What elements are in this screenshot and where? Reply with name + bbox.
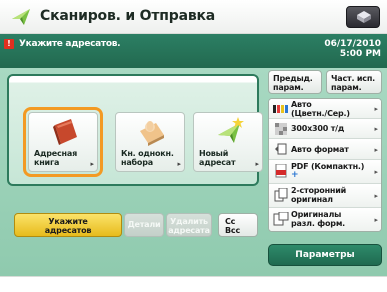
chevron-right-icon: ▸ xyxy=(374,146,378,154)
pdf-icon xyxy=(275,164,287,178)
chevron-right-icon: ▸ xyxy=(374,105,378,113)
scan-send-icon xyxy=(12,9,30,25)
new-destination-button[interactable]: Новый адресат ▸ xyxy=(193,112,263,172)
status-datetime: 06/17/2010 5:00 PM xyxy=(324,39,381,59)
mixed-originals-icon xyxy=(273,212,289,226)
one-touch-button[interactable]: Кн. однокн. набора ▸ xyxy=(115,112,185,172)
chevron-right-icon: ▸ xyxy=(374,192,378,200)
one-touch-label: Кн. однокн. набора xyxy=(121,149,174,167)
warning-icon: ! xyxy=(4,39,14,49)
details-button[interactable]: Детали xyxy=(124,213,164,237)
status-date: 06/17/2010 xyxy=(324,39,381,49)
destination-panel: Адресная книга ▸ Кн. однокн. набора ▸ Но… xyxy=(7,74,263,186)
main-area: Адресная книга ▸ Кн. однокн. набора ▸ Но… xyxy=(0,68,387,276)
mixed-originals-setting[interactable]: Оригиналы разл. форм. ▸ xyxy=(269,208,381,231)
page-title: Сканиров. и Отправка xyxy=(40,8,216,24)
chevron-right-icon: ▸ xyxy=(374,216,378,224)
chevron-right-icon: ▸ xyxy=(374,168,378,176)
status-message: Укажите адресатов. xyxy=(19,39,121,49)
specify-destinations-button[interactable]: Укажите адресатов xyxy=(14,213,122,237)
status-bar: ! Укажите адресатов. 06/17/2010 5:00 PM xyxy=(0,34,387,68)
scan-size-icon xyxy=(275,143,287,155)
frequent-settings-button[interactable]: Част. исп. парам. xyxy=(326,70,382,94)
chevron-right-icon: ▸ xyxy=(374,125,378,133)
system-menu-button[interactable] xyxy=(346,6,380,28)
options-button[interactable]: Параметры xyxy=(268,244,382,266)
delete-destination-button[interactable]: Удалить адресата xyxy=(166,213,212,237)
address-book-icon xyxy=(53,119,77,145)
address-book-label: Адресная книга xyxy=(34,149,78,167)
one-touch-icon xyxy=(140,121,164,146)
title-bar: Сканиров. и Отправка xyxy=(0,0,387,34)
duplex-original-icon xyxy=(274,188,288,202)
chevron-right-icon: ▸ xyxy=(90,160,94,168)
resolution-icon xyxy=(275,123,287,135)
new-destination-icon xyxy=(218,117,244,143)
settings-list: Авто (Цветн./Сер.) ▸ 300x300 т/д ▸ Авто … xyxy=(268,98,382,232)
scan-size-setting[interactable]: Авто формат ▸ xyxy=(269,139,381,160)
scan-send-screen: Сканиров. и Отправка ! Укажите адресатов… xyxy=(0,0,387,292)
bottom-strip xyxy=(0,276,387,292)
resolution-setting[interactable]: 300x300 т/д ▸ xyxy=(269,119,381,139)
cc-bcc-button[interactable]: Cc Bcc xyxy=(218,213,258,237)
file-format-setting[interactable]: PDF (Компактн.) + ▸ xyxy=(269,160,381,184)
new-destination-label: Новый адресат xyxy=(199,149,236,167)
color-mode-icon xyxy=(273,105,288,113)
chevron-right-icon: ▸ xyxy=(177,160,181,168)
status-time: 5:00 PM xyxy=(339,49,381,59)
system-icon xyxy=(357,11,371,23)
add-attachment-icon: + xyxy=(291,170,299,180)
duplex-setting[interactable]: 2-сторонний оригинал ▸ xyxy=(269,184,381,208)
chevron-right-icon: ▸ xyxy=(255,160,259,168)
color-mode-setting[interactable]: Авто (Цветн./Сер.) ▸ xyxy=(269,99,381,119)
address-book-button[interactable]: Адресная книга ▸ xyxy=(28,112,98,172)
settings-column: Предыд. парам. Част. исп. парам. Авто (Ц… xyxy=(268,70,384,274)
previous-settings-button[interactable]: Предыд. парам. xyxy=(268,70,322,94)
